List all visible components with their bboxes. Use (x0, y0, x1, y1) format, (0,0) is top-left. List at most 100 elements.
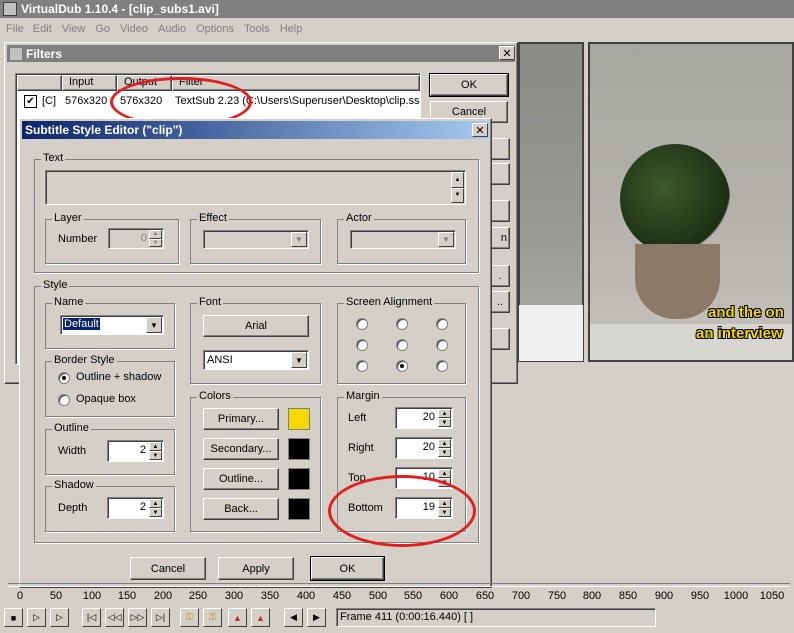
play-input-button[interactable]: ▷ (27, 608, 46, 627)
layer-number-field[interactable]: 0 ▲ ▼ (108, 228, 164, 249)
editor-titlebar: Subtitle Style Editor ("clip") (22, 121, 489, 139)
align-middle-right-radio[interactable] (436, 339, 448, 351)
mark-left-button[interactable]: ◀ (284, 608, 303, 627)
shadow-depth-spinner[interactable]: ▲ ▼ (149, 499, 162, 517)
main-window-title: VirtualDub 1.10.4 - [clip_subs1.avi] (21, 2, 219, 16)
style-group-label: Style (41, 279, 70, 291)
tick-label: 350 (260, 590, 280, 602)
filters-close-button[interactable]: ✕ (499, 46, 515, 60)
outline-shadow-label[interactable]: Outline + shadow (76, 371, 161, 383)
secondary-color-swatch (288, 438, 310, 460)
align-top-right-radio[interactable] (436, 318, 448, 330)
editor-apply-button[interactable]: Apply (218, 557, 294, 580)
secondary-color-button[interactable]: Secondary... (203, 438, 279, 460)
align-middle-left-radio[interactable] (356, 339, 368, 351)
filters-button-9[interactable] (490, 328, 510, 350)
menu-edit[interactable]: Edit (28, 23, 57, 35)
effect-dropdown-icon[interactable]: ▼ (291, 232, 307, 247)
scene-back-icon[interactable]: ⚿ (180, 608, 199, 627)
filters-button-6[interactable]: n (490, 227, 510, 249)
layer-number-spinner[interactable]: ▲ ▼ (149, 230, 162, 247)
menu-tools[interactable]: Tools (239, 23, 275, 35)
margin-left-spinner[interactable]: ▲ ▼ (438, 409, 451, 427)
mark-right-button[interactable]: ▶ (307, 608, 326, 627)
filters-icon (10, 47, 22, 60)
next-key-button[interactable]: ▷▷ (128, 608, 147, 627)
charset-combo[interactable]: ANSI ▼ (203, 350, 309, 370)
align-bottom-center-radio[interactable] (396, 360, 408, 372)
charset-dropdown-icon[interactable]: ▼ (291, 352, 307, 368)
editor-close-button[interactable]: ✕ (472, 123, 488, 137)
tick-label: 950 (690, 590, 710, 602)
text-scrollbar[interactable]: ▲ ▼ (451, 172, 464, 203)
opaque-box-label[interactable]: Opaque box (76, 393, 136, 405)
filter-enabled-checkbox[interactable]: ✔ (24, 94, 37, 108)
tick-label: 250 (188, 590, 208, 602)
tick-label: 50 (49, 590, 63, 602)
outline-shadow-radio[interactable] (58, 372, 70, 384)
outline-group: Outline Width 2 ▲ ▼ (45, 422, 175, 475)
filters-button-3[interactable] (490, 138, 510, 160)
outline-width-spinner[interactable]: ▲ ▼ (149, 442, 162, 460)
align-top-left-radio[interactable] (356, 318, 368, 330)
align-middle-center-radio[interactable] (396, 339, 408, 351)
filters-button-5[interactable] (490, 200, 510, 222)
editor-cancel-button[interactable]: Cancel (130, 557, 206, 580)
go-end-button[interactable]: ▷| (151, 608, 170, 627)
font-group: Font Arial ANSI ▼ (190, 296, 321, 384)
align-bottom-right-radio[interactable] (436, 360, 448, 372)
main-titlebar: VirtualDub 1.10.4 - [clip_subs1.avi] (0, 0, 794, 18)
screen-alignment-label: Screen Alignment (344, 296, 435, 308)
timeline-track[interactable] (8, 583, 790, 587)
filters-ok-button[interactable]: OK (429, 73, 509, 97)
menu-audio[interactable]: Audio (153, 23, 191, 35)
frame-status-text: Frame 411 (0:00:16.440) [ ] (340, 611, 474, 623)
margin-right-field[interactable]: 20 ▲ ▼ (395, 437, 453, 459)
filters-button-4[interactable] (490, 163, 510, 185)
play-output-button[interactable]: ▷ (50, 608, 69, 627)
go-start-button[interactable]: |◁ (82, 608, 101, 627)
annotation-circle-bottom-margin (328, 475, 476, 547)
menu-video[interactable]: Video (115, 23, 153, 35)
menu-file[interactable]: File (0, 23, 28, 35)
mark-in-icon[interactable]: ▲ (228, 608, 247, 627)
margin-left-field[interactable]: 20 ▲ ▼ (395, 407, 453, 429)
text-edit[interactable]: ▲ ▼ (45, 170, 466, 205)
menu-help[interactable]: Help (275, 23, 308, 35)
align-bottom-left-radio[interactable] (356, 360, 368, 372)
font-button[interactable]: Arial (203, 315, 309, 337)
filters-button-7[interactable]: . (490, 265, 510, 287)
primary-color-button[interactable]: Primary... (203, 408, 279, 430)
number-label: Number (58, 233, 98, 245)
align-top-center-radio[interactable] (396, 318, 408, 330)
opaque-box-radio[interactable] (58, 394, 70, 406)
actor-dropdown-icon[interactable]: ▼ (438, 232, 454, 247)
header-check-column[interactable] (17, 75, 62, 91)
header-input[interactable]: Input (62, 75, 117, 91)
shadow-depth-field[interactable]: 2 ▲ ▼ (107, 497, 164, 519)
effect-combo[interactable]: ▼ (203, 230, 309, 249)
effect-group-label: Effect (197, 212, 229, 224)
editor-ok-button[interactable]: OK (310, 556, 385, 581)
margin-right-spinner[interactable]: ▲ ▼ (438, 439, 451, 457)
actor-combo[interactable]: ▼ (350, 230, 456, 249)
tick-label: 700 (511, 590, 531, 602)
back-color-button[interactable]: Back... (203, 498, 279, 520)
layer-group-label: Layer (52, 212, 84, 224)
effect-group: Effect ▼ (190, 212, 321, 264)
name-combo[interactable]: Default ▼ (60, 315, 164, 335)
menu-bar: File Edit View Go Video Audio Options To… (0, 19, 794, 39)
outline-color-button[interactable]: Outline... (203, 468, 279, 490)
name-dropdown-icon[interactable]: ▼ (146, 317, 162, 333)
menu-view[interactable]: View (57, 23, 91, 35)
primary-color-swatch (288, 408, 310, 430)
outline-width-field[interactable]: 2 ▲ ▼ (107, 440, 164, 462)
mark-out-icon[interactable]: ▲ (251, 608, 270, 627)
menu-go[interactable]: Go (90, 23, 115, 35)
scene-forward-icon[interactable]: ⚿ (203, 608, 222, 627)
prev-key-button[interactable]: ◁◁ (105, 608, 124, 627)
stop-button[interactable]: ■ (4, 608, 23, 627)
menu-options[interactable]: Options (191, 23, 239, 35)
filters-button-8[interactable]: .. (490, 291, 510, 313)
tick-label: 450 (332, 590, 352, 602)
